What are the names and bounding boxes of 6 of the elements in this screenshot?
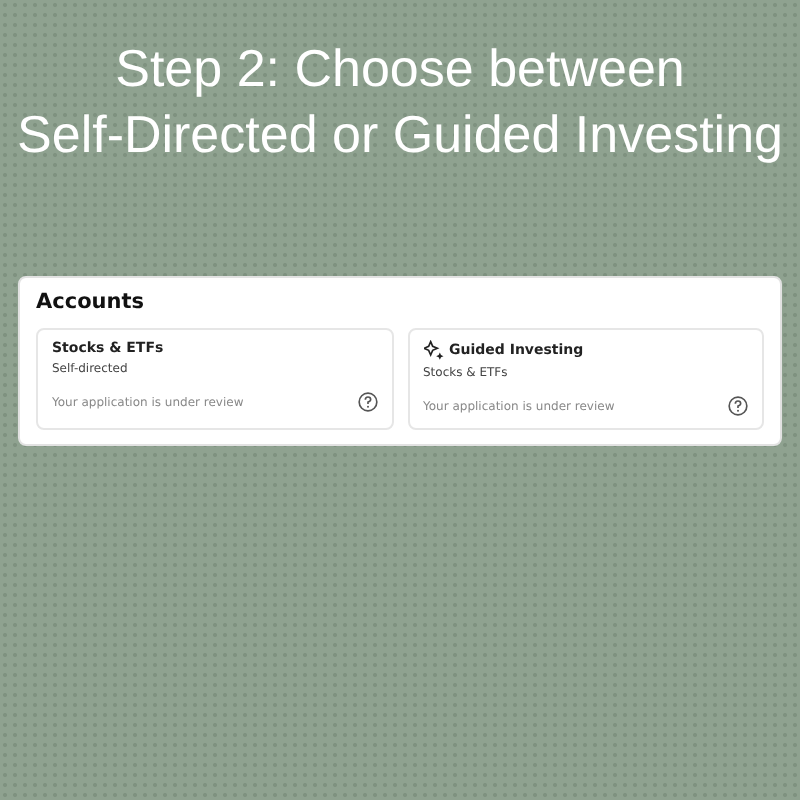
sparkle-icon <box>423 340 443 360</box>
panel-title: Accounts <box>36 290 147 314</box>
heading-line: Self-Directed or Guided Investing <box>17 102 783 168</box>
heading-line: Step 2: Choose between <box>113 36 687 102</box>
help-icon[interactable] <box>357 392 377 412</box>
help-icon[interactable] <box>728 396 748 416</box>
